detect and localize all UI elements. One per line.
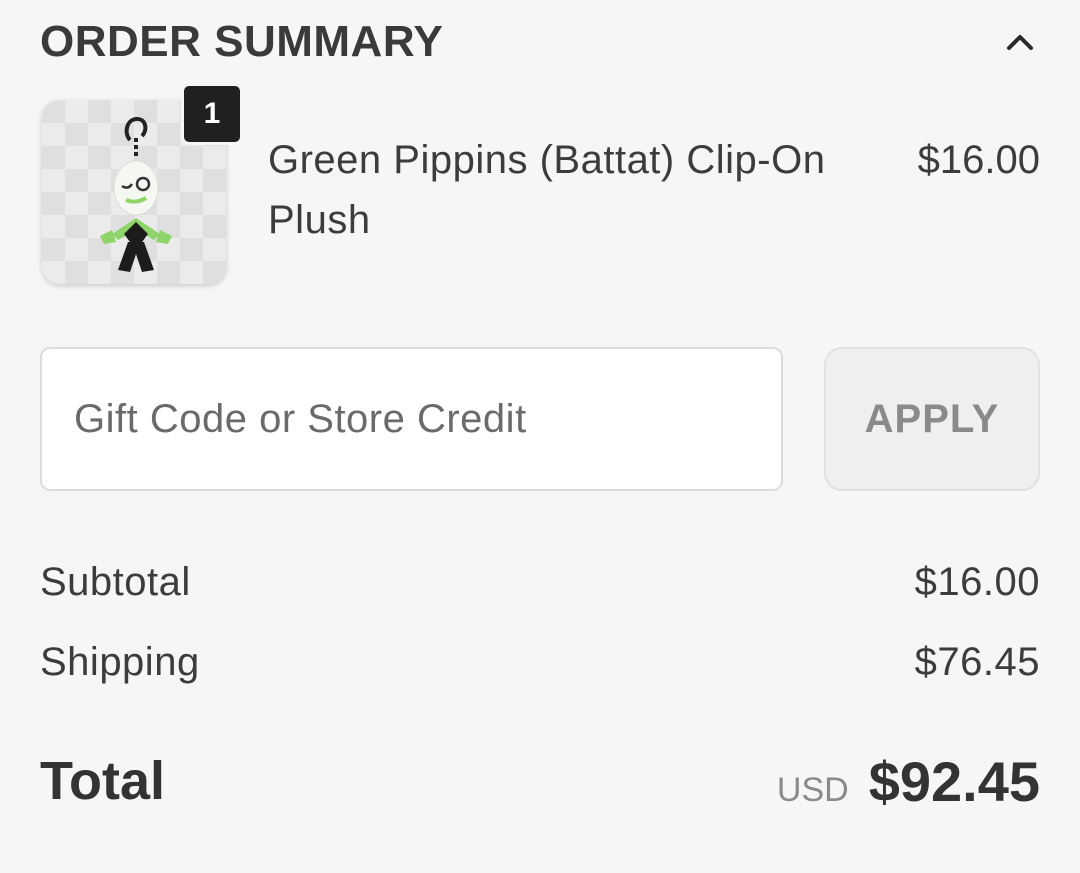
shipping-label: Shipping: [40, 639, 200, 684]
shipping-row: Shipping $76.45: [40, 632, 1040, 692]
total-label: Total: [40, 751, 165, 811]
product-thumbnail: 1: [40, 83, 243, 286]
product-name: Green Pippins (Battat) Clip-On Plush: [268, 138, 826, 242]
collapse-button[interactable]: [1000, 22, 1040, 62]
total-amount-group: USD $92.45: [777, 749, 1040, 814]
total-row: Total USD $92.45: [40, 746, 1040, 816]
gift-code-input[interactable]: [40, 347, 783, 491]
order-summary-title: ORDER SUMMARY: [40, 17, 444, 66]
order-summary-header[interactable]: ORDER SUMMARY: [40, 14, 1040, 70]
quantity-badge: 1: [181, 83, 243, 145]
shipping-value: $76.45: [914, 639, 1040, 684]
subtotal-row: Subtotal $16.00: [40, 552, 1040, 612]
line-item: 1 Green Pippins (Battat) Clip-On Plush $…: [40, 83, 1040, 286]
currency-code: USD: [776, 770, 849, 809]
apply-button[interactable]: APPLY: [824, 347, 1040, 491]
subtotal-value: $16.00: [914, 559, 1040, 604]
subtotal-label: Subtotal: [40, 559, 191, 604]
total-value: $92.45: [868, 749, 1040, 813]
order-summary-panel: ORDER SUMMARY 1 Green Pippins (Battat) C…: [0, 0, 1080, 873]
chevron-up-icon: [1007, 35, 1033, 50]
product-price: $16.00: [917, 138, 1040, 182]
